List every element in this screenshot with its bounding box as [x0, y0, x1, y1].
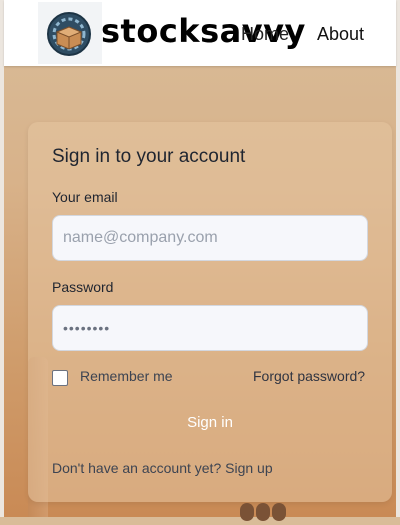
box-on-gear-icon [47, 12, 91, 56]
password-label: Password [52, 279, 114, 295]
signup-link[interactable]: Sign up [225, 460, 272, 476]
password-input[interactable]: •••••••• [52, 305, 368, 351]
logo[interactable] [38, 2, 102, 64]
login-card: Sign in to your account Your email name@… [28, 122, 392, 502]
sign-in-button[interactable]: Sign in [52, 406, 368, 440]
remember-checkbox[interactable] [52, 370, 68, 386]
navbar: stocksavvy Home About [4, 0, 396, 66]
signup-prompt: Don't have an account yet? Sign up [52, 460, 273, 476]
forgot-password-link[interactable]: Forgot password? [253, 368, 365, 384]
email-label: Your email [52, 189, 118, 205]
remember-label[interactable]: Remember me [80, 368, 173, 384]
frame-left-border [0, 0, 4, 517]
signup-prompt-text: Don't have an account yet? [52, 460, 222, 476]
frame-right-border [396, 0, 400, 517]
nav-home-link[interactable]: Home [241, 24, 289, 45]
nav-about-link[interactable]: About [317, 24, 364, 45]
email-input[interactable]: name@company.com [52, 215, 368, 261]
login-title: Sign in to your account [52, 146, 246, 167]
